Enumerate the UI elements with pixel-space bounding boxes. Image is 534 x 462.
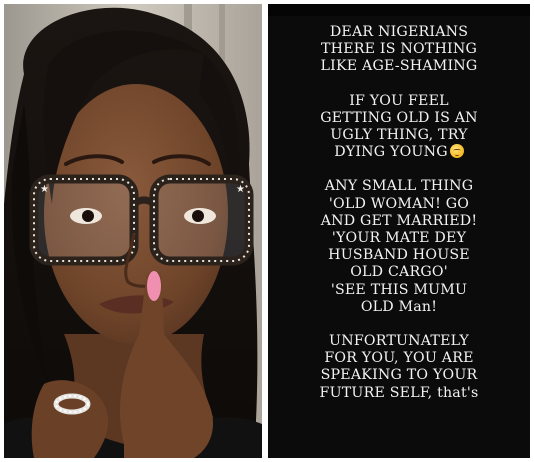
- story-line-with-emoji: DYING YOUNG: [268, 144, 530, 161]
- selfie-illustration: ★ ★: [4, 4, 262, 458]
- pink-nail: [147, 271, 161, 301]
- story-line: DEAR NIGERIANS: [329, 24, 469, 40]
- story-line: OLD CARGO': [350, 264, 448, 281]
- story-line: 'SEE THIS MUMU: [330, 281, 468, 298]
- story-line: UNFORTUNATELY: [329, 333, 469, 350]
- story-top-bar: [268, 4, 530, 16]
- story-line: AND GET MARRIED!: [320, 212, 478, 229]
- selfie-photo: ★ ★: [4, 4, 262, 458]
- svg-text:★: ★: [236, 184, 245, 195]
- smirking-face-emoji-icon: [449, 144, 464, 159]
- story-paragraph-1: DEAR NIGERIANS THERE IS NOTHING LIKE AGE…: [268, 24, 530, 76]
- story-line: FOR YOU, YOU ARE: [324, 350, 474, 367]
- story-line: LIKE AGE-SHAMING: [320, 58, 478, 75]
- story-line: HUSBAND HOUSE: [328, 247, 470, 264]
- story-line: GETTING OLD IS AN: [320, 109, 478, 126]
- story-paragraph-4: UNFORTUNATELY FOR YOU, YOU ARE SPEAKING …: [268, 333, 530, 402]
- story-paragraph-2: IF YOU FEEL GETTING OLD IS AN UGLY THING…: [268, 93, 530, 162]
- story-line: FUTURE SELF, that's: [319, 384, 479, 401]
- svg-text:★: ★: [40, 184, 49, 195]
- story-panel: DEAR NIGERIANS THERE IS NOTHING LIKE AGE…: [268, 4, 530, 458]
- story-line: UGLY THING, TRY: [330, 127, 468, 144]
- story-line: SPEAKING TO YOUR: [320, 367, 478, 384]
- story-line: ANY SMALL THING: [324, 178, 474, 195]
- story-line: IF YOU FEEL: [349, 92, 449, 109]
- image-collage: ★ ★ DEAR NIGERIANS THERE IS NOTHING LIKE…: [0, 0, 534, 462]
- story-line: 'YOUR MATE DEY: [331, 230, 467, 247]
- story-line: 'OLD WOMAN! GO: [328, 195, 470, 212]
- story-line-text: DYING YOUNG: [334, 144, 448, 161]
- story-line: OLD Man!: [360, 298, 438, 315]
- story-text: DEAR NIGERIANS THERE IS NOTHING LIKE AGE…: [268, 24, 530, 419]
- story-line: THERE IS NOTHING: [320, 41, 477, 58]
- story-paragraph-3: ANY SMALL THING 'OLD WOMAN! GO AND GET M…: [268, 178, 530, 316]
